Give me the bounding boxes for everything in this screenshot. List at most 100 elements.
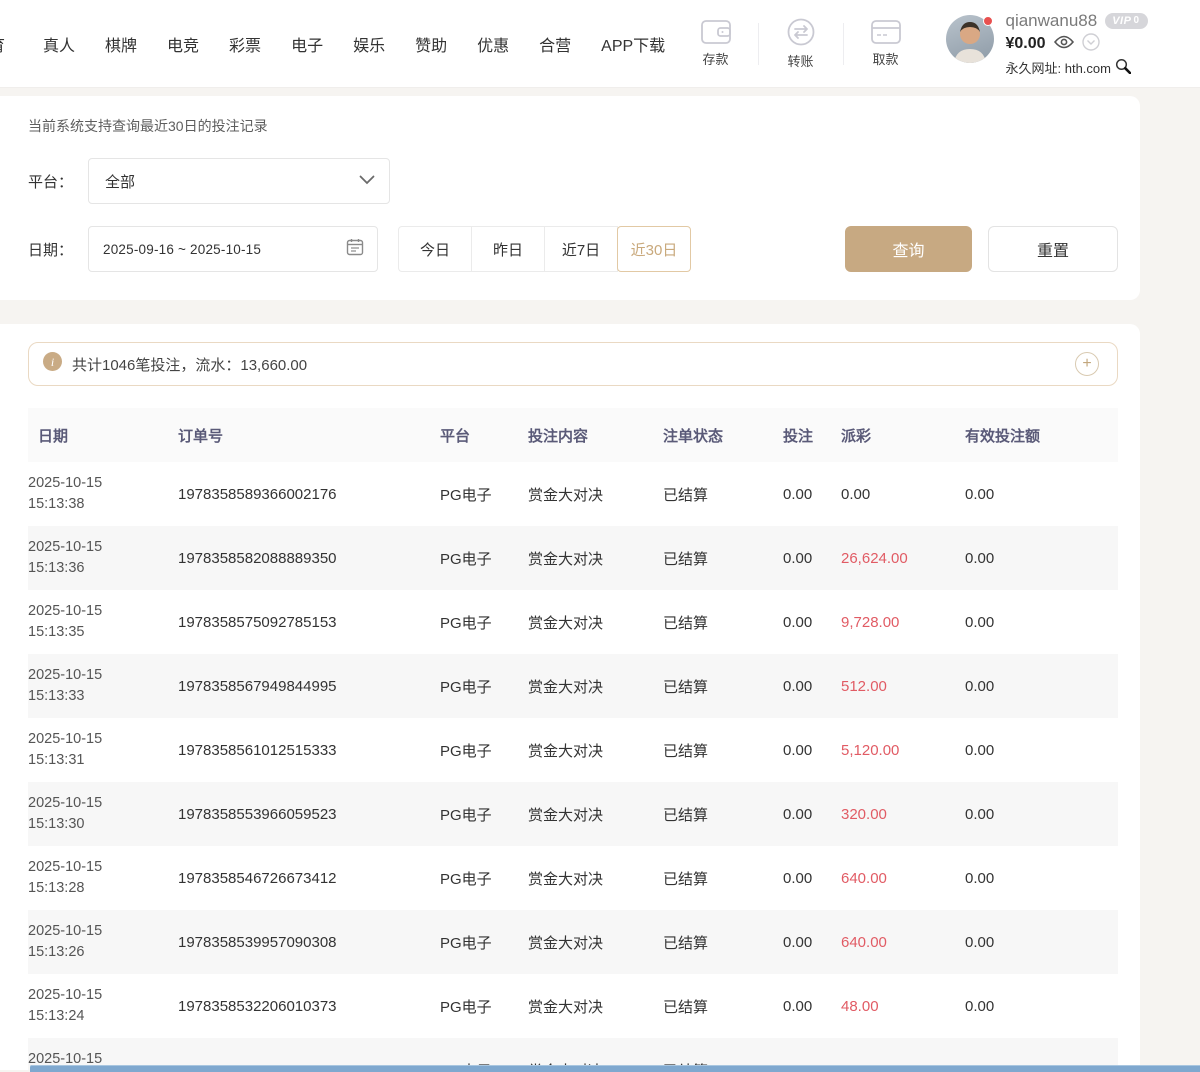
cell-date: 2025-10-1515:13:30 [28,793,170,835]
nav-item-8[interactable]: 赞助 [415,32,447,56]
eye-icon[interactable] [1054,35,1074,54]
quick-range-3[interactable]: 近7日 [544,226,618,272]
cell-bet-content: 赏金大对决 [520,932,655,953]
summary-bar: i 共计1046笔投注，流水：13,660.00 + [28,342,1118,386]
cell-platform: PG电子 [432,612,520,633]
nav-item-1[interactable]: 育 [0,32,13,56]
vip-badge-level: 0 [1133,15,1139,26]
nav-item-label: 电子 [291,38,323,55]
reset-button[interactable]: 重置 [988,226,1118,272]
action-wallet[interactable]: 存款 [684,20,748,68]
action-label: 存款 [702,49,728,68]
cell-status: 已结算 [655,804,775,825]
cell-bet-amount: 0.00 [775,486,833,503]
nav-item-10[interactable]: 合营 [539,32,571,56]
cell-date: 2025-10-1515:13:36 [28,537,170,579]
cell-bet-amount: 0.00 [775,742,833,759]
cell-order-number: 1978358546726673412 [170,870,432,887]
table-row: 2025-10-1515:13:241978358532206010373PG电… [28,974,1118,1038]
table-row: 2025-10-1515:13:311978358561012515333PG电… [28,718,1118,782]
cell-bet-amount: 0.00 [775,870,833,887]
top-header: 育真人棋牌电竞彩票电子娱乐赞助优惠合营APP下载 存款转账取款 qianwanu… [0,0,1200,88]
cell-order-number: 1978358561012515333 [170,742,432,759]
date-range-input[interactable]: 2025-09-16 ~ 2025-10-15 [88,226,378,272]
nav-item-4[interactable]: 电竞 [167,32,199,56]
quick-range-2[interactable]: 昨日 [471,226,545,272]
bottom-bar [30,1065,1200,1072]
avatar[interactable] [946,15,994,63]
plus-circle-icon[interactable]: + [1075,352,1099,376]
cell-bet-amount: 0.00 [775,550,833,567]
withdraw-icon [871,20,901,44]
cell-status: 已结算 [655,740,775,761]
nav-item-7[interactable]: 娱乐 [353,32,385,56]
nav-item-label: 娱乐 [353,38,385,55]
table-body: 2025-10-1515:13:381978358589366002176PG电… [28,462,1118,1070]
cell-payout: 640.00 [833,934,957,951]
chevron-circle-icon[interactable] [1082,33,1100,56]
cell-status: 已结算 [655,868,775,889]
table-row: 2025-10-1515:13:301978358553966059523PG电… [28,782,1118,846]
cell-status: 已结算 [655,996,775,1017]
cell-bet-amount: 0.00 [775,998,833,1015]
cell-date: 2025-10-1515:13:38 [28,473,170,515]
cell-bet-content: 赏金大对决 [520,484,655,505]
cell-platform: PG电子 [432,996,520,1017]
action-withdraw[interactable]: 取款 [854,20,918,68]
nav-item-label: 真人 [43,38,75,55]
cell-date: 2025-10-1515:13:26 [28,921,170,963]
nav-item-label: 电竞 [167,38,199,55]
quick-range-group: 今日昨日近7日近30日 [398,226,691,272]
action-label: 取款 [872,49,898,68]
search-icon[interactable] [1115,58,1131,77]
cell-bet-content: 赏金大对决 [520,676,655,697]
query-notice: 当前系统支持查询最近30日的投注记录 [28,116,1118,136]
nav-item-6[interactable]: 电子 [291,32,323,56]
cell-platform: PG电子 [432,804,520,825]
search-button[interactable]: 查询 [845,226,972,272]
cell-platform: PG电子 [432,740,520,761]
cell-valid-amount: 0.00 [957,934,1118,951]
nav-item-9[interactable]: 优惠 [477,32,509,56]
wallet-icon [701,20,731,44]
cell-valid-amount: 0.00 [957,742,1118,759]
chevron-down-icon [359,172,375,190]
nav-item-5[interactable]: 彩票 [229,32,261,56]
cell-status: 已结算 [655,548,775,569]
quick-range-1[interactable]: 今日 [398,226,472,272]
nav-item-label: 育 [0,32,5,56]
permanent-url-label: 永久网址: hth.com [1006,58,1111,77]
cell-platform: PG电子 [432,548,520,569]
main-nav: 育 真人 棋牌 电竞 彩票 电子 娱乐 赞助 优惠 合营 APP下载 [0,32,665,56]
nav-item-3[interactable]: 棋牌 [105,32,137,56]
vip-badge-text: VIP [1112,15,1131,27]
cell-payout: 26,624.00 [833,550,957,567]
nav-item-label: 合营 [539,38,571,55]
balance-amount: ¥0.00 [1006,35,1046,53]
cell-platform: PG电子 [432,868,520,889]
cell-date: 2025-10-1515:13:35 [28,601,170,643]
date-range-value: 2025-09-16 ~ 2025-10-15 [103,242,261,257]
column-header-7: 派彩 [833,425,957,446]
cell-date: 2025-10-1515:13:31 [28,729,170,771]
cell-bet-content: 赏金大对决 [520,804,655,825]
column-header-6: 投注 [775,425,833,446]
cell-payout: 640.00 [833,870,957,887]
nav-item-11[interactable]: APP下载 [601,32,665,56]
column-header-5: 注单状态 [655,425,775,446]
action-transfer[interactable]: 转账 [769,18,833,70]
cell-order-number: 1978358582088889350 [170,550,432,567]
records-panel: i 共计1046笔投注，流水：13,660.00 + 日期订单号平台投注内容注单… [0,324,1140,1070]
cell-payout: 9,728.00 [833,614,957,631]
cell-status: 已结算 [655,676,775,697]
cell-order-number: 1978358539957090308 [170,934,432,951]
vip-badge[interactable]: VIP 0 [1105,13,1148,29]
cell-payout: 512.00 [833,678,957,695]
nav-item-2[interactable]: 真人 [43,32,75,56]
quick-range-4[interactable]: 近30日 [617,226,691,272]
platform-label: 平台： [28,171,88,192]
divider [758,23,759,65]
platform-select[interactable]: 全部 [88,158,390,204]
cell-valid-amount: 0.00 [957,806,1118,823]
column-header-3: 平台 [432,425,520,446]
